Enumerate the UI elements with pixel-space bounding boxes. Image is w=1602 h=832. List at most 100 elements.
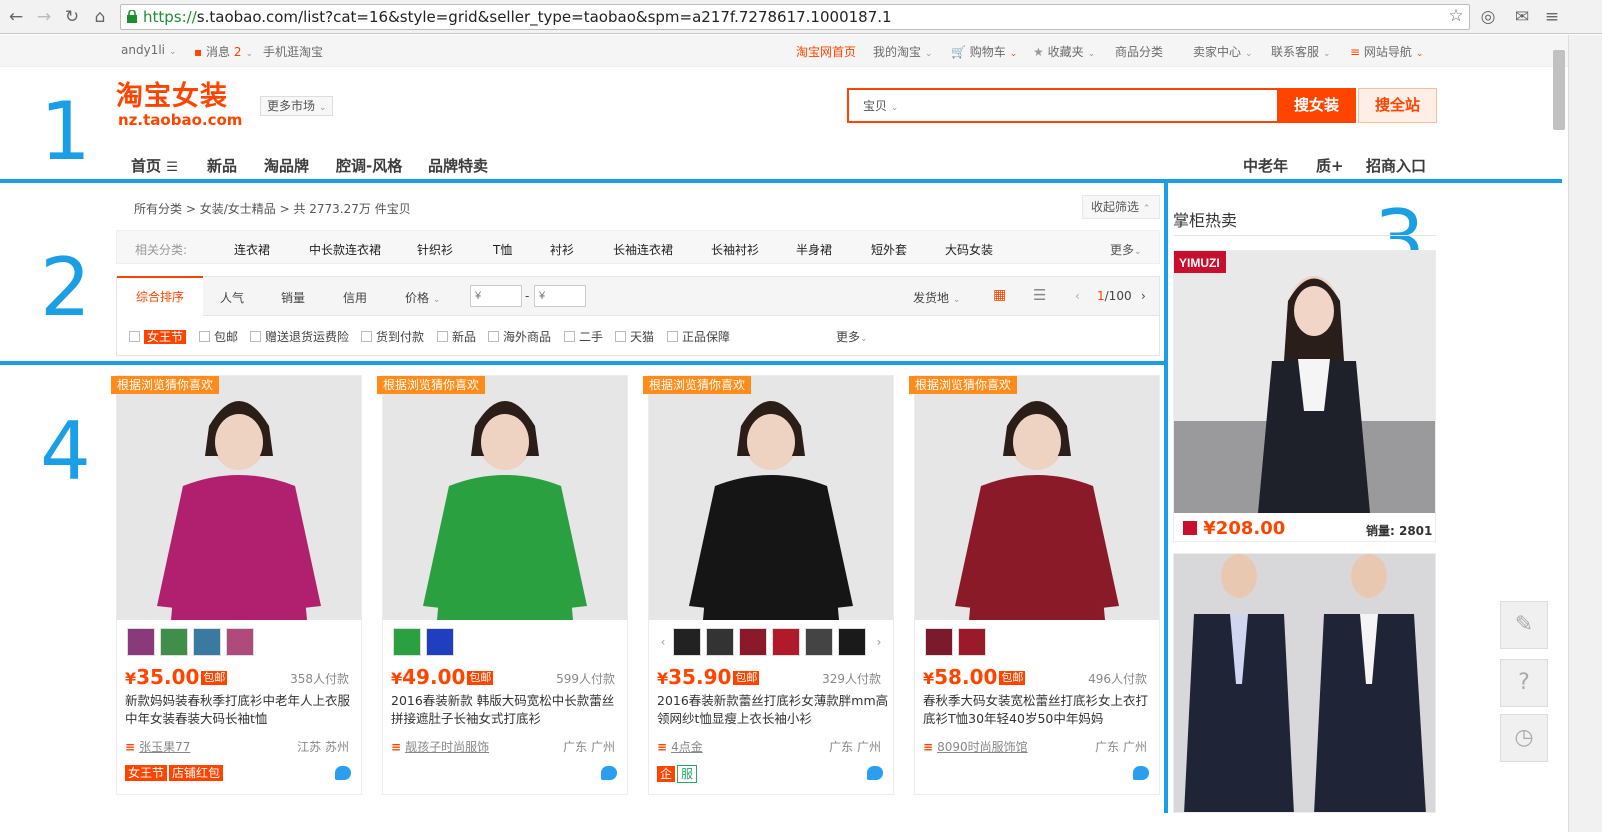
filter-more-button[interactable]: 更多⌄: [836, 328, 868, 345]
product-image[interactable]: [915, 376, 1159, 620]
nav-style[interactable]: 腔调-风格: [336, 155, 402, 176]
thumb-next-icon[interactable]: ›: [873, 628, 885, 656]
related-more-button[interactable]: 更多⌄: [1110, 241, 1142, 258]
chat-icon[interactable]: [335, 766, 351, 780]
filter-cod[interactable]: 货到付款: [361, 328, 424, 345]
grid-view-icon[interactable]: ▦: [993, 287, 1006, 303]
nav-merchant[interactable]: 招商入口: [1366, 155, 1426, 176]
product-title[interactable]: 新款妈妈装春秋季打底衫中老年人上衣服中年女装春装大码长袖t恤: [125, 692, 357, 728]
related-item[interactable]: 连衣裙: [234, 241, 270, 258]
related-item[interactable]: 衬衫: [550, 241, 574, 258]
shop-link[interactable]: 张玉果77: [125, 738, 190, 755]
nav-sale[interactable]: 品牌特卖: [428, 155, 488, 176]
question-icon[interactable]: ?: [1500, 659, 1548, 707]
filter-queen-day[interactable]: 女王节: [129, 328, 187, 345]
taobao-home-link[interactable]: 淘宝网首页: [796, 43, 856, 60]
product-image[interactable]: [383, 376, 627, 620]
chat-icon[interactable]: [1133, 766, 1149, 780]
nav-new[interactable]: 新品: [207, 155, 237, 176]
sort-popularity[interactable]: 人气: [220, 289, 244, 306]
related-item[interactable]: 半身裙: [796, 241, 832, 258]
scrollbar-thumb[interactable]: [1553, 50, 1565, 130]
product-card[interactable]: 根据浏览猜你喜欢 ¥58.00 包邮 496人付款 春秋季大码女装宽松蕾丝打底衫女…: [909, 375, 1160, 795]
nav-brand[interactable]: 淘品牌: [264, 155, 309, 176]
nav-quality[interactable]: 质+: [1316, 155, 1344, 176]
sort-sales[interactable]: 销量: [281, 289, 305, 306]
related-item[interactable]: 针织衫: [417, 241, 453, 258]
nav-elderly[interactable]: 中老年: [1243, 155, 1288, 176]
search-button[interactable]: 搜女装: [1277, 88, 1356, 123]
extension-icon[interactable]: ◎: [1478, 6, 1498, 28]
forward-icon[interactable]: →: [34, 6, 54, 28]
price-max-input[interactable]: [534, 285, 586, 307]
color-thumb[interactable]: [739, 628, 767, 656]
filter-new[interactable]: 新品: [437, 328, 476, 345]
cart-link[interactable]: 🛒 购物车 ⌄: [951, 43, 1017, 60]
contact-link[interactable]: 联系客服 ⌄: [1271, 43, 1331, 60]
sidebar-product-2[interactable]: [1173, 553, 1436, 813]
thumb-prev-icon[interactable]: ‹: [657, 628, 669, 656]
color-thumb[interactable]: [772, 628, 800, 656]
categories-link[interactable]: 商品分类: [1115, 43, 1163, 60]
color-thumb[interactable]: [838, 628, 866, 656]
product-title[interactable]: 2016春装新款蕾丝打底衫女薄款胖mm高领网纱t恤显瘦上衣长袖小衫: [657, 692, 889, 728]
color-thumb[interactable]: [925, 628, 953, 656]
clock-icon[interactable]: ◷: [1500, 714, 1548, 762]
related-item[interactable]: T恤: [493, 241, 512, 258]
search-input[interactable]: [917, 93, 1277, 118]
color-thumb[interactable]: [958, 628, 986, 656]
sidebar-product[interactable]: YIMUZI: [1173, 250, 1436, 542]
color-thumb[interactable]: [805, 628, 833, 656]
sort-default[interactable]: 综合排序: [117, 276, 203, 317]
reload-icon[interactable]: ↻: [62, 6, 82, 28]
nav-home[interactable]: 首页 ☰: [131, 155, 178, 176]
filter-free-shipping[interactable]: 包邮: [199, 328, 238, 345]
prev-page-icon[interactable]: ‹: [1075, 289, 1080, 303]
color-thumb[interactable]: [426, 628, 454, 656]
product-card[interactable]: 根据浏览猜你喜欢 ¥49.00 包邮 599人付款 2016春装新款 韩版大码宽松…: [377, 375, 628, 795]
seller-center-link[interactable]: 卖家中心 ⌄: [1193, 43, 1253, 60]
sort-credit[interactable]: 信用: [343, 289, 367, 306]
user-link[interactable]: andy1li ⌄: [121, 43, 177, 57]
related-item[interactable]: 长袖衬衫: [711, 241, 759, 258]
price-min-input[interactable]: [470, 285, 522, 307]
back-icon[interactable]: ←: [6, 6, 26, 28]
color-thumb[interactable]: [160, 628, 188, 656]
filter-tmall[interactable]: 天猫: [615, 328, 654, 345]
color-thumb[interactable]: [193, 628, 221, 656]
product-card[interactable]: 根据浏览猜你喜欢 ¥35.00 包邮 358人付款 新款妈妈装春秋季打底衫中老年人…: [111, 375, 362, 795]
crumb-all[interactable]: 所有分类: [134, 202, 182, 216]
collapse-filter-button[interactable]: 收起筛选 ⌃: [1082, 195, 1160, 219]
related-item[interactable]: 短外套: [871, 241, 907, 258]
shop-link[interactable]: 4点金: [657, 738, 703, 755]
home-icon[interactable]: ⌂: [90, 6, 110, 28]
shop-link[interactable]: 8090时尚服饰馆: [923, 738, 1028, 755]
chat-icon[interactable]: [867, 766, 883, 780]
sort-price[interactable]: 价格 ⌄: [405, 289, 440, 306]
color-thumb[interactable]: [393, 628, 421, 656]
my-taobao-link[interactable]: 我的淘宝 ⌄: [873, 43, 933, 60]
filter-genuine[interactable]: 正品保障: [667, 328, 730, 345]
more-market-dropdown[interactable]: 更多市场 ⌄: [260, 96, 334, 116]
related-item[interactable]: 长袖连衣裙: [613, 241, 673, 258]
page-scrollbar[interactable]: [1568, 35, 1602, 832]
next-page-icon[interactable]: ›: [1141, 289, 1146, 303]
filter-overseas[interactable]: 海外商品: [488, 328, 551, 345]
color-thumb[interactable]: [127, 628, 155, 656]
site-nav-link[interactable]: ≡ 网站导航 ⌄: [1350, 43, 1423, 60]
crumb-category[interactable]: 女装/女士精品: [200, 202, 276, 216]
product-title[interactable]: 2016春装新款 韩版大码宽松中长款蕾丝拼接遮肚子长袖女式打底衫: [391, 692, 623, 728]
related-item[interactable]: 大码女装: [945, 241, 993, 258]
color-thumb[interactable]: [706, 628, 734, 656]
product-image[interactable]: [649, 376, 893, 620]
list-view-icon[interactable]: ☰: [1033, 286, 1046, 304]
site-logo[interactable]: 淘宝女装 nz.taobao.com: [116, 82, 242, 129]
color-thumb[interactable]: [226, 628, 254, 656]
pencil-icon[interactable]: ✎: [1500, 601, 1548, 649]
shop-link[interactable]: 靓孩子时尚服饰: [391, 738, 489, 755]
search-all-button[interactable]: 搜全站: [1358, 88, 1437, 123]
filter-return-insurance[interactable]: 赠送退货运费险: [250, 328, 349, 345]
address-bar[interactable]: https://s.taobao.com/list?cat=16&style=g…: [120, 4, 1470, 30]
product-card[interactable]: 根据浏览猜你喜欢 ‹ › ¥35.90 包邮 329人付款 2016春装新款蕾丝打底…: [643, 375, 894, 795]
color-thumb[interactable]: [673, 628, 701, 656]
